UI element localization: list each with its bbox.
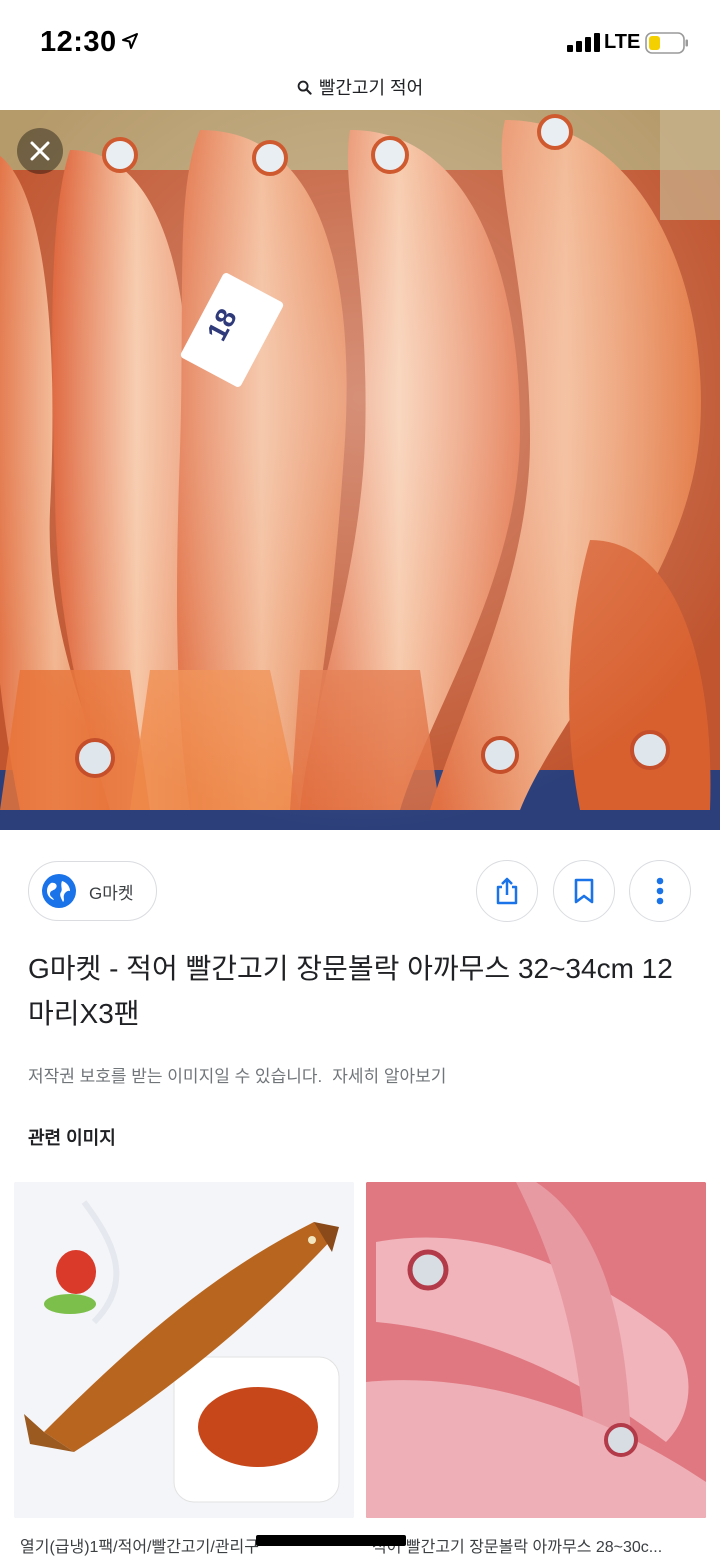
search-icon	[297, 80, 312, 95]
related-images-heading: 관련 이미지	[28, 1128, 116, 1148]
bookmark-icon	[574, 878, 594, 904]
related-image-thumbnail[interactable]	[366, 1182, 706, 1518]
url-text: 빨간고기 적어	[318, 78, 424, 98]
location-arrow-icon	[122, 33, 138, 49]
hero-image[interactable]: 18	[0, 110, 720, 830]
url-bar[interactable]: 빨간고기 적어	[0, 66, 720, 108]
close-button[interactable]	[17, 128, 63, 174]
signal-strength-icon	[567, 33, 600, 52]
share-icon	[496, 877, 518, 905]
more-vertical-icon	[656, 877, 664, 905]
related-image-thumbnail[interactable]	[14, 1182, 354, 1518]
close-icon	[30, 141, 50, 161]
image-title[interactable]: G마켓 - 적어 빨간고기 장문볼락 아까무스 32~34cm 12마리X3팬	[28, 946, 678, 1036]
learn-more-link[interactable]: 자세히 알아보기	[332, 1067, 446, 1086]
source-chip[interactable]: G마켓	[28, 861, 157, 921]
status-time: 12:30	[40, 26, 117, 58]
copyright-notice: 저작권 보호를 받는 이미지일 수 있습니다. 자세히 알아보기	[28, 1062, 446, 1087]
more-options-button[interactable]	[629, 860, 691, 922]
source-name: G마켓	[89, 883, 134, 903]
share-button[interactable]	[476, 860, 538, 922]
copyright-text: 저작권 보호를 받는 이미지일 수 있습니다.	[28, 1067, 323, 1086]
globe-icon	[42, 874, 76, 908]
network-type: LTE	[604, 31, 641, 53]
battery-icon	[645, 32, 688, 54]
status-bar: 12:30 LTE	[0, 0, 720, 66]
save-button[interactable]	[553, 860, 615, 922]
related-image-caption[interactable]: 적어 빨간고기 장문볼락 아까무스 28~30c...	[372, 1533, 702, 1557]
redaction-bar	[256, 1535, 406, 1546]
